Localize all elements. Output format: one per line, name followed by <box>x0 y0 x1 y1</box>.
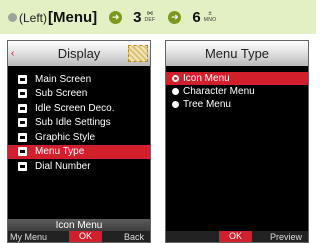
menu-item-label: Idle Screen Deco. <box>35 102 115 114</box>
menu-item-label: Main Screen <box>35 73 92 85</box>
screen-title: Menu Type <box>204 46 270 61</box>
back-softkey[interactable]: Back <box>124 232 150 242</box>
option-label: Icon Menu <box>183 73 230 84</box>
bullet-icon <box>8 12 17 22</box>
menu-type-icon <box>18 147 27 157</box>
step-key-3: 3 ⋈ DEF <box>133 9 155 26</box>
sub-screen-icon <box>18 89 27 99</box>
idle-deco-icon <box>18 103 27 113</box>
chevron-left-icon[interactable]: ‹ <box>11 41 14 66</box>
option-tree-menu[interactable]: Tree Menu <box>166 98 308 111</box>
menu-item-idle-screen-deco[interactable]: Idle Screen Deco. <box>8 101 150 116</box>
key-letters: DEF <box>144 17 156 23</box>
instruction-prefix: (Left) <box>19 10 48 25</box>
my-menu-softkey[interactable]: My Menu <box>8 232 47 242</box>
screen-title: Display <box>57 46 101 61</box>
step-key-6: 6 ± MNO <box>192 9 216 26</box>
instruction-bar: (Left) [Menu] ➜ 3 ⋈ DEF ➜ 6 ± MNO <box>0 0 316 34</box>
menu-item-label: Dial Number <box>35 160 91 172</box>
instruction-menu-key: [Menu] <box>48 8 98 26</box>
menu-item-label: Sub Idle Settings <box>35 117 111 129</box>
key-letters: MNO <box>203 17 217 23</box>
arrow-right-icon: ➜ <box>109 10 123 24</box>
sub-idle-icon <box>18 118 27 128</box>
step-number: 6 <box>192 8 201 26</box>
menu-item-sub-idle-settings[interactable]: Sub Idle Settings <box>8 116 150 131</box>
dial-number-icon <box>18 161 27 171</box>
screen-title-bar: Menu Type <box>166 41 308 66</box>
radio-icon <box>172 88 179 95</box>
menu-item-graphic-style[interactable]: Graphic Style <box>8 130 150 145</box>
menu-item-menu-type[interactable]: Menu Type <box>8 144 150 159</box>
menu-item-main-screen[interactable]: Main Screen <box>8 72 150 87</box>
menu-item-sub-screen[interactable]: Sub Screen <box>8 87 150 102</box>
graphic-style-icon <box>18 132 27 142</box>
option-label: Character Menu <box>183 86 255 97</box>
menu-item-label: Menu Type <box>35 146 85 158</box>
ok-softkey[interactable]: OK <box>218 231 252 242</box>
key-label: ± MNO <box>204 11 217 23</box>
key-label: ⋈ DEF <box>145 11 156 23</box>
display-menu-screen: ‹ Display Main Screen Sub Screen Idle Sc… <box>7 40 151 243</box>
option-icon-menu[interactable]: Icon Menu <box>166 72 308 85</box>
menu-type-screen: Menu Type Icon Menu Character Menu Tree … <box>165 40 309 243</box>
step-number: 3 <box>133 8 142 26</box>
display-menu-list: Main Screen Sub Screen Idle Screen Deco.… <box>8 72 150 174</box>
radio-icon <box>172 101 179 108</box>
screen-title-bar: ‹ Display <box>8 41 150 66</box>
option-label: Tree Menu <box>183 99 231 110</box>
menu-type-options: Icon Menu Character Menu Tree Menu <box>166 72 308 111</box>
menu-item-dial-number[interactable]: Dial Number <box>8 159 150 174</box>
menu-item-label: Graphic Style <box>35 131 96 143</box>
next-tab-icon[interactable] <box>128 45 148 62</box>
menu-item-label: Sub Screen <box>35 88 88 100</box>
softkey-bar: My Menu OK Back <box>8 231 150 242</box>
option-character-menu[interactable]: Character Menu <box>166 85 308 98</box>
preview-softkey[interactable]: Preview <box>270 232 308 242</box>
radio-selected-icon <box>172 75 179 82</box>
ok-softkey[interactable]: OK <box>68 231 102 242</box>
softkey-bar: OK Preview <box>166 231 308 242</box>
arrow-right-icon: ➜ <box>168 10 182 24</box>
main-screen-icon <box>18 74 27 84</box>
